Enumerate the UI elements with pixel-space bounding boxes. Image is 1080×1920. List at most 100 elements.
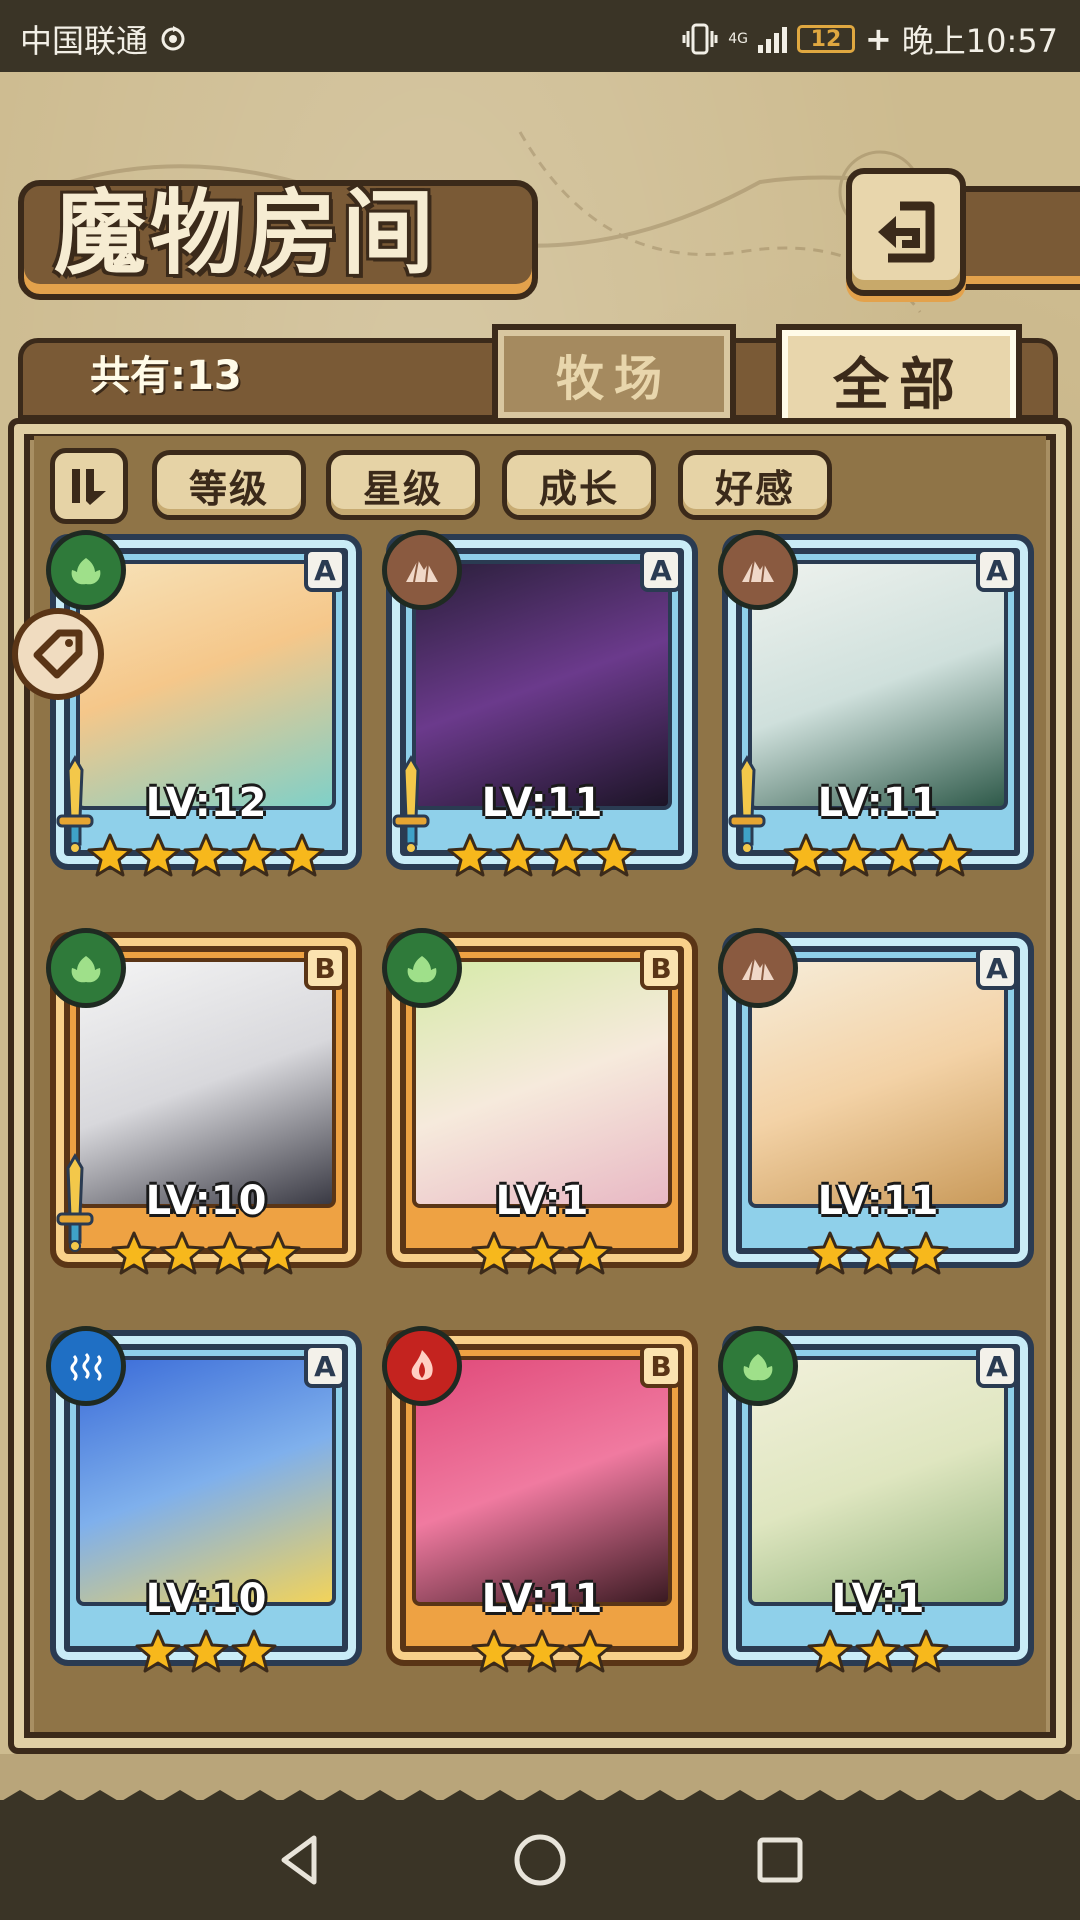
- monster-level: LV:10: [145, 1178, 267, 1224]
- grade-badge: A: [976, 1344, 1018, 1388]
- monster-card[interactable]: B LV:1: [382, 928, 698, 1288]
- monster-level: LV:11: [817, 780, 939, 826]
- monster-level: LV:11: [481, 1576, 603, 1622]
- star-rating: [50, 1230, 362, 1286]
- grade-badge: A: [976, 946, 1018, 990]
- monster-level: LV:12: [145, 780, 267, 826]
- star-icon: [782, 832, 830, 888]
- star-icon: [182, 1628, 230, 1684]
- monster-card[interactable]: A LV:12: [46, 530, 362, 890]
- grade-badge: B: [304, 946, 346, 990]
- tag-icon: [33, 629, 83, 679]
- sort-growth-button[interactable]: 成长: [502, 450, 656, 520]
- vibrate-icon: [682, 23, 718, 55]
- element-earth-icon: [718, 928, 798, 1008]
- monster-card[interactable]: A LV:11: [382, 530, 698, 890]
- monster-level: LV:10: [145, 1576, 267, 1622]
- grade-badge: A: [304, 548, 346, 592]
- element-earth-icon: [382, 530, 462, 610]
- star-icon: [278, 832, 326, 888]
- star-icon: [470, 1230, 518, 1286]
- star-icon: [590, 832, 638, 888]
- network-type-label: 4G: [728, 31, 748, 47]
- sync-icon: [161, 26, 185, 51]
- star-icon: [134, 1628, 182, 1684]
- star-icon: [230, 832, 278, 888]
- monster-card[interactable]: A LV:11: [718, 530, 1034, 890]
- star-icon: [830, 832, 878, 888]
- back-button[interactable]: [846, 168, 966, 296]
- star-rating: [386, 1230, 698, 1286]
- grade-badge: A: [304, 1344, 346, 1388]
- star-icon: [182, 832, 230, 888]
- star-icon: [542, 832, 590, 888]
- star-rating: [386, 1628, 698, 1684]
- element-earth-icon: [718, 530, 798, 610]
- element-nature-icon: [382, 928, 462, 1008]
- star-icon: [110, 1230, 158, 1286]
- sort-affection-button[interactable]: 好感: [678, 450, 832, 520]
- sort-level-button[interactable]: 等级: [152, 450, 306, 520]
- battery-level: 12: [810, 26, 842, 52]
- nav-home-icon[interactable]: [510, 1830, 570, 1890]
- monster-level: LV:11: [817, 1178, 939, 1224]
- grade-badge: B: [640, 1344, 682, 1388]
- star-icon: [158, 1230, 206, 1286]
- star-icon: [254, 1230, 302, 1286]
- sort-star-button[interactable]: 星级: [326, 450, 480, 520]
- star-rating: [50, 1628, 362, 1684]
- monster-card[interactable]: B LV:10: [46, 928, 362, 1288]
- signal-icon: [757, 25, 787, 53]
- clock: 晚上10:57: [901, 22, 1058, 60]
- monster-card[interactable]: A LV:1: [718, 1326, 1034, 1686]
- star-rating: [722, 1230, 1034, 1286]
- star-rating: [386, 832, 698, 888]
- battery-icon: 12: [796, 25, 855, 53]
- sort-order-toggle[interactable]: [50, 448, 128, 524]
- star-icon: [902, 1230, 950, 1286]
- nav-recents-icon[interactable]: [750, 1830, 810, 1890]
- star-icon: [926, 832, 974, 888]
- star-icon: [854, 1230, 902, 1286]
- star-icon: [902, 1628, 950, 1684]
- star-icon: [494, 832, 542, 888]
- star-icon: [134, 832, 182, 888]
- tab-ranch[interactable]: 牧场: [492, 324, 736, 424]
- charging-icon: +: [864, 20, 892, 58]
- sort-order-icon: [72, 469, 106, 505]
- monster-count: 共有:13: [90, 353, 242, 399]
- navigation-bar: [0, 1800, 1080, 1920]
- star-icon: [206, 1230, 254, 1286]
- grade-badge: B: [640, 946, 682, 990]
- element-nature-icon: [718, 1326, 798, 1406]
- element-water-icon: [46, 1326, 126, 1406]
- star-icon: [446, 832, 494, 888]
- star-icon: [566, 1230, 614, 1286]
- element-nature-icon: [46, 928, 126, 1008]
- back-arrow-icon: [878, 201, 935, 263]
- star-icon: [806, 1628, 854, 1684]
- monster-card[interactable]: A LV:11: [718, 928, 1034, 1288]
- monster-card[interactable]: A LV:10: [46, 1326, 362, 1686]
- star-icon: [854, 1628, 902, 1684]
- star-rating: [722, 1628, 1034, 1684]
- star-icon: [878, 832, 926, 888]
- element-nature-icon: [46, 530, 126, 610]
- star-rating: [722, 832, 1034, 888]
- monster-card[interactable]: B LV:11: [382, 1326, 698, 1686]
- monster-level: LV:11: [481, 780, 603, 826]
- star-rating: [50, 832, 362, 888]
- grade-badge: A: [640, 548, 682, 592]
- monster-level: LV:1: [495, 1178, 589, 1224]
- star-icon: [518, 1628, 566, 1684]
- carrier-label: 中国联通: [20, 22, 149, 60]
- star-icon: [518, 1230, 566, 1286]
- element-fire-icon: [382, 1326, 462, 1406]
- star-icon: [230, 1628, 278, 1684]
- star-icon: [86, 832, 134, 888]
- monster-level: LV:1: [831, 1576, 925, 1622]
- page-title: 魔物房间: [54, 179, 439, 287]
- nav-back-icon[interactable]: [270, 1830, 330, 1890]
- star-icon: [806, 1230, 854, 1286]
- new-tag-badge[interactable]: [12, 608, 104, 700]
